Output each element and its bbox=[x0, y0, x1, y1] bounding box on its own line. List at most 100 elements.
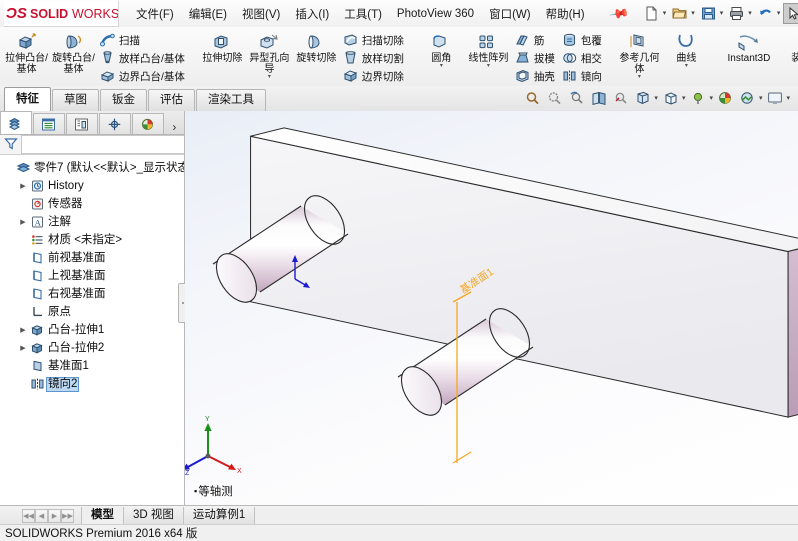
zoom-to-fit-icon[interactable] bbox=[522, 88, 544, 109]
menu-insert[interactable]: 插入(I) bbox=[294, 4, 330, 24]
hole-wizard-dropdown[interactable]: ▾ bbox=[268, 74, 271, 80]
apply-scene-icon[interactable] bbox=[715, 88, 737, 109]
undo-icon[interactable] bbox=[755, 3, 776, 24]
save-dropdown[interactable]: ▾ bbox=[720, 10, 724, 17]
swept-cut-button[interactable]: 扫描切除 bbox=[340, 31, 408, 49]
revolved-cut-button[interactable]: 旋转切除 bbox=[293, 29, 340, 64]
nav-next-button[interactable]: ▶ bbox=[48, 508, 61, 523]
intersect-button[interactable]: 相交 bbox=[559, 49, 606, 67]
feature-tree-filter-input[interactable] bbox=[21, 135, 184, 154]
graphics-area[interactable]: 基准面1 Y X Z ▪等轴测 bbox=[185, 111, 798, 505]
zoom-to-area-icon[interactable] bbox=[544, 88, 566, 109]
tree-item-origin[interactable]: 原点 bbox=[17, 303, 184, 321]
fillet-button[interactable]: 圆角 ▾ bbox=[418, 29, 465, 69]
annotations-twisty[interactable]: ▶ bbox=[17, 218, 29, 226]
hide-show-items-icon[interactable] bbox=[660, 88, 682, 109]
reference-geometry-button[interactable]: 参考几何体 ▾ bbox=[616, 29, 663, 80]
open-document-icon[interactable] bbox=[669, 3, 690, 24]
configuration-manager-tab[interactable] bbox=[65, 113, 98, 134]
revolved-boss-button[interactable]: 旋转凸台/基体 bbox=[50, 29, 97, 75]
menu-tools[interactable]: 工具(T) bbox=[343, 4, 383, 24]
doc-tab-3dviews[interactable]: 3D 视图 bbox=[123, 507, 184, 524]
display-style-dropdown[interactable]: ▾ bbox=[654, 95, 658, 102]
nav-last-button[interactable]: ▶▶ bbox=[61, 508, 74, 523]
menu-photoview[interactable]: PhotoView 360 bbox=[396, 6, 475, 22]
display-style-icon[interactable] bbox=[632, 88, 654, 109]
extruded-cut-button[interactable]: 拉伸切除 bbox=[199, 29, 246, 64]
tree-item-sensors[interactable]: 传感器 bbox=[17, 195, 184, 213]
nav-prev-button[interactable]: ◀ bbox=[35, 508, 48, 523]
tab-sheetmetal[interactable]: 钣金 bbox=[100, 89, 147, 111]
tree-item-top-plane[interactable]: 上视基准面 bbox=[17, 267, 184, 285]
viewport-icon[interactable] bbox=[764, 88, 786, 109]
menu-view[interactable]: 视图(V) bbox=[241, 4, 281, 24]
view-orientation-icon[interactable] bbox=[610, 88, 632, 109]
fillet-dropdown[interactable]: ▾ bbox=[440, 63, 443, 69]
wrap-button[interactable]: 包覆 bbox=[559, 31, 606, 49]
new-document-dropdown[interactable]: ▾ bbox=[663, 10, 667, 17]
tab-features[interactable]: 特征 bbox=[4, 87, 51, 111]
tree-root-part[interactable]: 零件7 (默认<<默认>_显示状态 1>) bbox=[3, 159, 184, 177]
lofted-boss-button[interactable]: 放样凸台/基体 bbox=[97, 49, 189, 67]
tree-item-front-plane[interactable]: 前视基准面 bbox=[17, 249, 184, 267]
select-arrow-icon[interactable] bbox=[783, 3, 798, 24]
hide-show-dropdown[interactable]: ▾ bbox=[682, 95, 686, 102]
tree-item-right-plane[interactable]: 右视基准面 bbox=[17, 285, 184, 303]
rib-button[interactable]: 筋 bbox=[512, 31, 559, 49]
solidworks-logo[interactable]: ƆS SOLID WORKS bbox=[4, 0, 119, 27]
tree-item-material[interactable]: 材质 <未指定> bbox=[17, 231, 184, 249]
nav-first-button[interactable]: ◀◀ bbox=[22, 508, 35, 523]
shell-button[interactable]: 抽壳 bbox=[512, 67, 559, 85]
featuremanager-design-tree-tab[interactable] bbox=[0, 111, 32, 134]
tree-item-plane1[interactable]: 基准面1 bbox=[17, 357, 184, 375]
open-document-dropdown[interactable]: ▾ bbox=[691, 10, 695, 17]
extruded-boss-button[interactable]: 拉伸凸台/基体 bbox=[3, 29, 50, 75]
property-manager-tab[interactable] bbox=[32, 113, 65, 134]
linear-pattern-dropdown[interactable]: ▾ bbox=[487, 63, 490, 69]
viewport-dropdown[interactable]: ▾ bbox=[786, 95, 790, 102]
new-document-icon[interactable] bbox=[641, 3, 662, 24]
menu-window[interactable]: 窗口(W) bbox=[488, 4, 532, 24]
menu-edit[interactable]: 编辑(E) bbox=[188, 4, 228, 24]
history-twisty[interactable]: ▶ bbox=[17, 182, 29, 190]
hole-wizard-button[interactable]: 异型孔向导 ▾ bbox=[246, 29, 293, 80]
instant3d-button[interactable]: Instant3D bbox=[720, 29, 778, 64]
print-icon[interactable] bbox=[726, 3, 747, 24]
menu-help[interactable]: 帮助(H) bbox=[545, 4, 586, 24]
undo-dropdown[interactable]: ▾ bbox=[777, 10, 781, 17]
view-settings-icon[interactable] bbox=[737, 88, 759, 109]
tab-evaluate[interactable]: 评估 bbox=[148, 89, 195, 111]
save-icon[interactable] bbox=[698, 3, 719, 24]
draft-button[interactable]: 拔模 bbox=[512, 49, 559, 67]
tree-item-mirror2[interactable]: 镜向2 bbox=[17, 375, 184, 393]
tree-item-history[interactable]: ▶ History bbox=[17, 177, 184, 195]
tree-item-annotations[interactable]: ▶ A 注解 bbox=[17, 213, 184, 231]
mirror-button[interactable]: 镜向 bbox=[559, 67, 606, 85]
tab-render-tools[interactable]: 渲染工具 bbox=[196, 89, 266, 111]
curves-button[interactable]: 曲线 ▾ bbox=[663, 29, 710, 69]
doc-tab-motionstudy1[interactable]: 运动算例1 bbox=[182, 507, 256, 524]
doc-tab-model[interactable]: 模型 bbox=[81, 507, 124, 524]
swept-boss-button[interactable]: 扫描 bbox=[97, 31, 189, 49]
pin-icon[interactable]: 📌 bbox=[607, 2, 630, 24]
reference-geometry-dropdown[interactable]: ▾ bbox=[638, 74, 641, 80]
boundary-cut-button[interactable]: 边界切除 bbox=[340, 67, 408, 85]
tab-sketch[interactable]: 草图 bbox=[52, 89, 99, 111]
previous-view-icon[interactable] bbox=[566, 88, 588, 109]
view-settings-dropdown[interactable]: ▾ bbox=[759, 95, 763, 102]
linear-pattern-button[interactable]: 线性阵列 ▾ bbox=[465, 29, 512, 69]
lofted-cut-button[interactable]: 放样切割 bbox=[340, 49, 408, 67]
boss-extrude2-twisty[interactable]: ▶ bbox=[17, 344, 29, 352]
curves-dropdown[interactable]: ▾ bbox=[685, 63, 688, 69]
boss-extrude1-twisty[interactable]: ▶ bbox=[17, 326, 29, 334]
print-dropdown[interactable]: ▾ bbox=[748, 10, 752, 17]
panel-expand-icon[interactable]: › bbox=[165, 120, 184, 134]
boundary-boss-button[interactable]: 边界凸台/基体 bbox=[97, 67, 189, 85]
edit-appearance-icon[interactable] bbox=[687, 88, 709, 109]
display-manager-tab[interactable] bbox=[131, 113, 164, 134]
section-view-icon[interactable] bbox=[588, 88, 610, 109]
menu-file[interactable]: 文件(F) bbox=[135, 4, 175, 24]
tree-item-boss-extrude2[interactable]: ▶ 凸台-拉伸2 bbox=[17, 339, 184, 357]
tree-item-boss-extrude1[interactable]: ▶ 凸台-拉伸1 bbox=[17, 321, 184, 339]
dimxpert-manager-tab[interactable] bbox=[98, 113, 131, 134]
